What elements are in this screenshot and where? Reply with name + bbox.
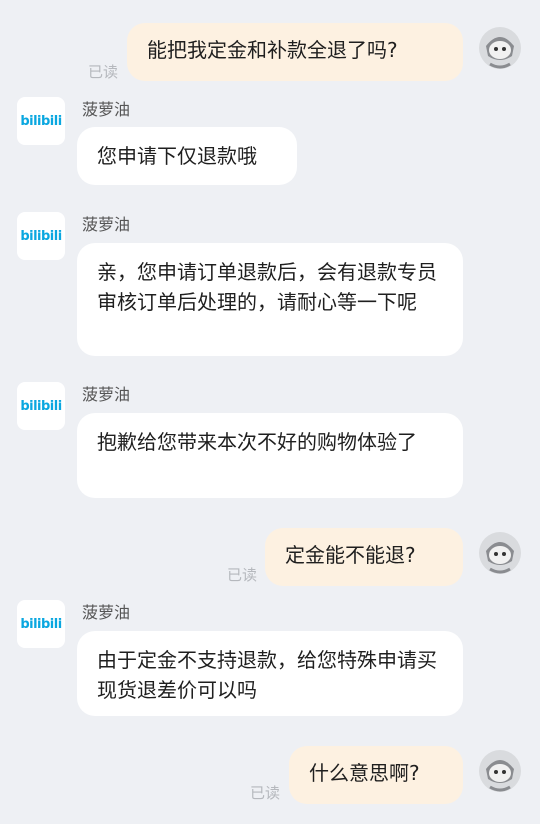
bilibili-logo-icon: bilibili — [20, 228, 62, 244]
user-avatar-icon — [479, 532, 521, 574]
incoming-message[interactable]: 亲，您申请订单退款后，会有退款专员审核订单后处理的，请耐心等一下呢 — [77, 243, 463, 356]
user-avatar-icon — [479, 27, 521, 69]
read-receipt: 已读 — [88, 63, 119, 81]
chat-area: 能把我定金和补款全退了吗? 已读 bilibili 菠萝油 您申请下仅退款哦 b… — [0, 0, 540, 824]
shop-avatar[interactable]: bilibili — [17, 382, 65, 430]
bilibili-logo-icon: bilibili — [20, 616, 62, 632]
sender-name: 菠萝油 — [82, 100, 131, 119]
incoming-message[interactable]: 由于定金不支持退款，给您特殊申请买现货退差价可以吗 — [77, 631, 463, 716]
sender-name: 菠萝油 — [82, 385, 131, 404]
outgoing-message[interactable]: 定金能不能退? — [265, 528, 463, 586]
bilibili-logo-icon: bilibili — [20, 113, 62, 129]
shop-avatar[interactable]: bilibili — [17, 600, 65, 648]
incoming-message[interactable]: 抱歉给您带来本次不好的购物体验了 — [77, 413, 463, 498]
shop-avatar[interactable]: bilibili — [17, 97, 65, 145]
user-avatar[interactable] — [478, 749, 522, 793]
sender-name: 菠萝油 — [82, 215, 131, 234]
outgoing-message[interactable]: 能把我定金和补款全退了吗? — [127, 23, 463, 81]
incoming-message[interactable]: 您申请下仅退款哦 — [77, 127, 297, 185]
bilibili-logo-icon: bilibili — [20, 398, 62, 414]
shop-avatar[interactable]: bilibili — [17, 212, 65, 260]
read-receipt: 已读 — [250, 784, 281, 802]
user-avatar[interactable] — [478, 26, 522, 70]
user-avatar-icon — [479, 750, 521, 792]
user-avatar[interactable] — [478, 531, 522, 575]
read-receipt: 已读 — [227, 566, 258, 584]
outgoing-message[interactable]: 什么意思啊? — [289, 746, 463, 804]
sender-name: 菠萝油 — [82, 603, 131, 622]
